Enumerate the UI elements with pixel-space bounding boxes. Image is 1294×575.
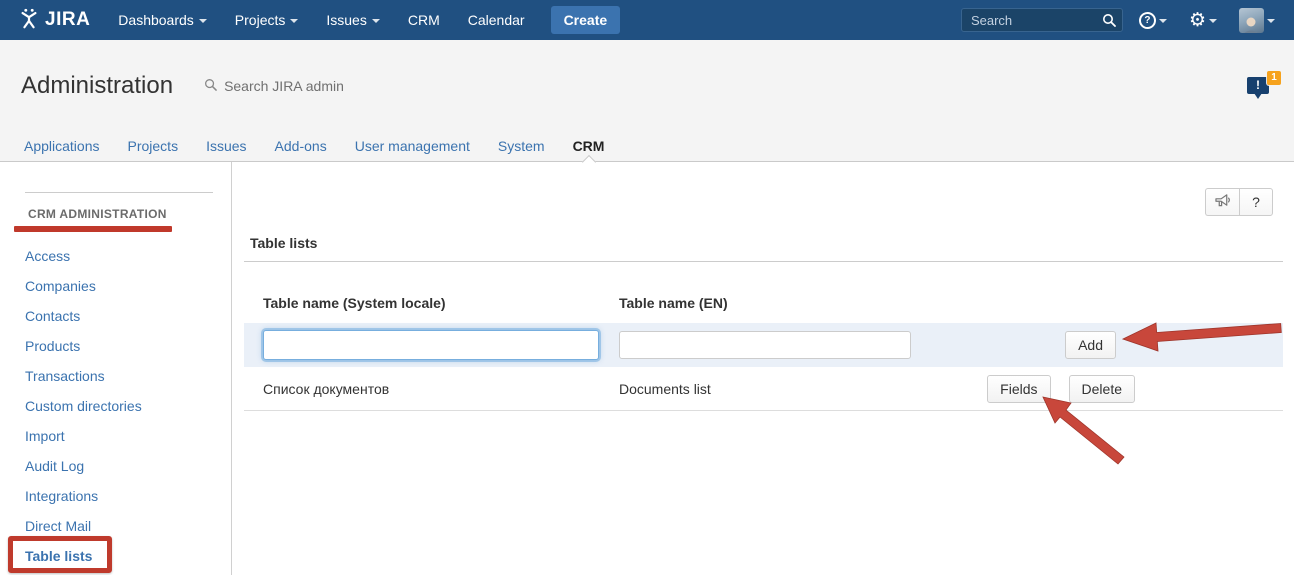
cell-name-locale: Список документов [263,381,619,397]
gear-icon: ⚙ [1189,11,1206,30]
sidebar-item-label[interactable]: Companies [25,278,96,294]
jira-logo-icon [18,8,40,33]
sidebar-heading: CRM ADMINISTRATION [28,207,231,221]
nav-calendar-label: Calendar [468,12,525,28]
search-icon[interactable] [1102,13,1116,30]
chevron-down-icon [1209,19,1217,23]
settings-menu[interactable]: ⚙ [1183,11,1223,30]
nav-issues[interactable]: Issues [312,0,393,40]
sidebar-item-import[interactable]: Import [0,421,231,451]
cell-name-en: Documents list [619,381,987,397]
sidebar-item-audit-log[interactable]: Audit Log [0,451,231,481]
sidebar-item-transactions[interactable]: Transactions [0,361,231,391]
global-search [961,8,1123,32]
nav-crm-label: CRM [408,12,440,28]
sidebar-item-contacts[interactable]: Contacts [0,301,231,331]
crm-admin-sidebar: CRM ADMINISTRATION Access Companies Cont… [0,162,232,575]
jira-logo-text: JIRA [45,9,90,31]
admin-tab-bar: Applications Projects Issues Add-ons Use… [0,131,1294,162]
table-header-row: Table name (System locale) Table name (E… [244,262,1283,323]
chevron-down-icon [1267,19,1275,23]
nav-projects-label: Projects [235,12,286,28]
sidebar-item-integrations[interactable]: Integrations [0,481,231,511]
tab-issues[interactable]: Issues [197,131,255,162]
help-icon: ? [1139,12,1156,29]
global-search-input[interactable] [961,8,1123,32]
section-heading: Table lists [250,235,1294,251]
search-icon [204,78,217,94]
sidebar-item-label[interactable]: Direct Mail [25,518,91,534]
sidebar-item-table-lists[interactable]: Table lists [0,541,231,571]
jira-logo[interactable]: JIRA [18,8,90,33]
tab-user-management[interactable]: User management [346,131,479,162]
nav-calendar[interactable]: Calendar [454,0,539,40]
sidebar-item-custom-directories[interactable]: Custom directories [0,391,231,421]
nav-issues-label: Issues [326,12,366,28]
table-name-en-input[interactable] [619,331,911,359]
sidebar-item-label[interactable]: Contacts [25,308,80,324]
sidebar-item-label[interactable]: Access [25,248,70,264]
admin-header: Administration ! 1 [0,40,1294,131]
nav-crm[interactable]: CRM [394,0,454,40]
sidebar-divider [25,192,213,193]
nav-dashboards[interactable]: Dashboards [104,0,221,40]
notification-icon[interactable]: ! 1 [1247,71,1281,101]
admin-search-input[interactable] [224,78,394,94]
sidebar-item-label[interactable]: Audit Log [25,458,84,474]
tab-applications[interactable]: Applications [15,131,109,162]
delete-button[interactable]: Delete [1069,375,1135,403]
tab-add-ons[interactable]: Add-ons [266,131,336,162]
speech-bubble-tail [1254,93,1262,99]
add-row: Add [244,323,1283,367]
sidebar-item-companies[interactable]: Companies [0,271,231,301]
nav-dashboards-label: Dashboards [118,12,194,28]
announce-button[interactable] [1205,188,1239,216]
avatar [1239,8,1264,33]
top-navigation-bar: JIRA Dashboards Projects Issues CRM Cale… [0,0,1294,40]
table-name-system-locale-input[interactable] [263,330,599,360]
create-button[interactable]: Create [551,6,621,34]
sidebar-item-label[interactable]: Integrations [25,488,98,504]
page-help-button[interactable]: ? [1239,188,1273,216]
chevron-down-icon [372,19,380,23]
tab-system[interactable]: System [489,131,554,162]
chevron-down-icon [1159,19,1167,23]
nav-projects[interactable]: Projects [221,0,313,40]
fields-button[interactable]: Fields [987,375,1050,403]
speech-bubble-icon: ! [1247,77,1269,94]
add-button[interactable]: Add [1065,331,1116,359]
sidebar-item-products[interactable]: Products [0,331,231,361]
column-header-system-locale: Table name (System locale) [263,295,619,311]
sidebar-item-direct-mail[interactable]: Direct Mail [0,511,231,541]
sidebar-item-label[interactable]: Custom directories [25,398,142,414]
sidebar-item-label[interactable]: Table lists [25,548,92,564]
sidebar-item-access[interactable]: Access [0,241,231,271]
chevron-down-icon [199,19,207,23]
table-lists-table: Table name (System locale) Table name (E… [244,262,1283,411]
tab-projects[interactable]: Projects [119,131,188,162]
megaphone-icon [1214,193,1232,211]
chevron-down-icon [290,19,298,23]
sidebar-item-label[interactable]: Import [25,428,65,444]
table-row: Список документов Documents list Fields … [244,367,1283,411]
page-title: Administration [21,72,173,100]
help-menu[interactable]: ? [1133,12,1173,29]
sidebar-item-label[interactable]: Products [25,338,80,354]
admin-search [204,78,394,94]
tab-crm[interactable]: CRM [564,131,614,162]
content-area: ? Table lists Table name (System locale)… [232,162,1294,575]
annotation-underline-crm-administration [14,226,172,232]
user-menu[interactable] [1233,8,1281,33]
notification-badge: 1 [1267,71,1281,85]
sidebar-item-label[interactable]: Transactions [25,368,105,384]
column-header-en: Table name (EN) [619,295,728,311]
